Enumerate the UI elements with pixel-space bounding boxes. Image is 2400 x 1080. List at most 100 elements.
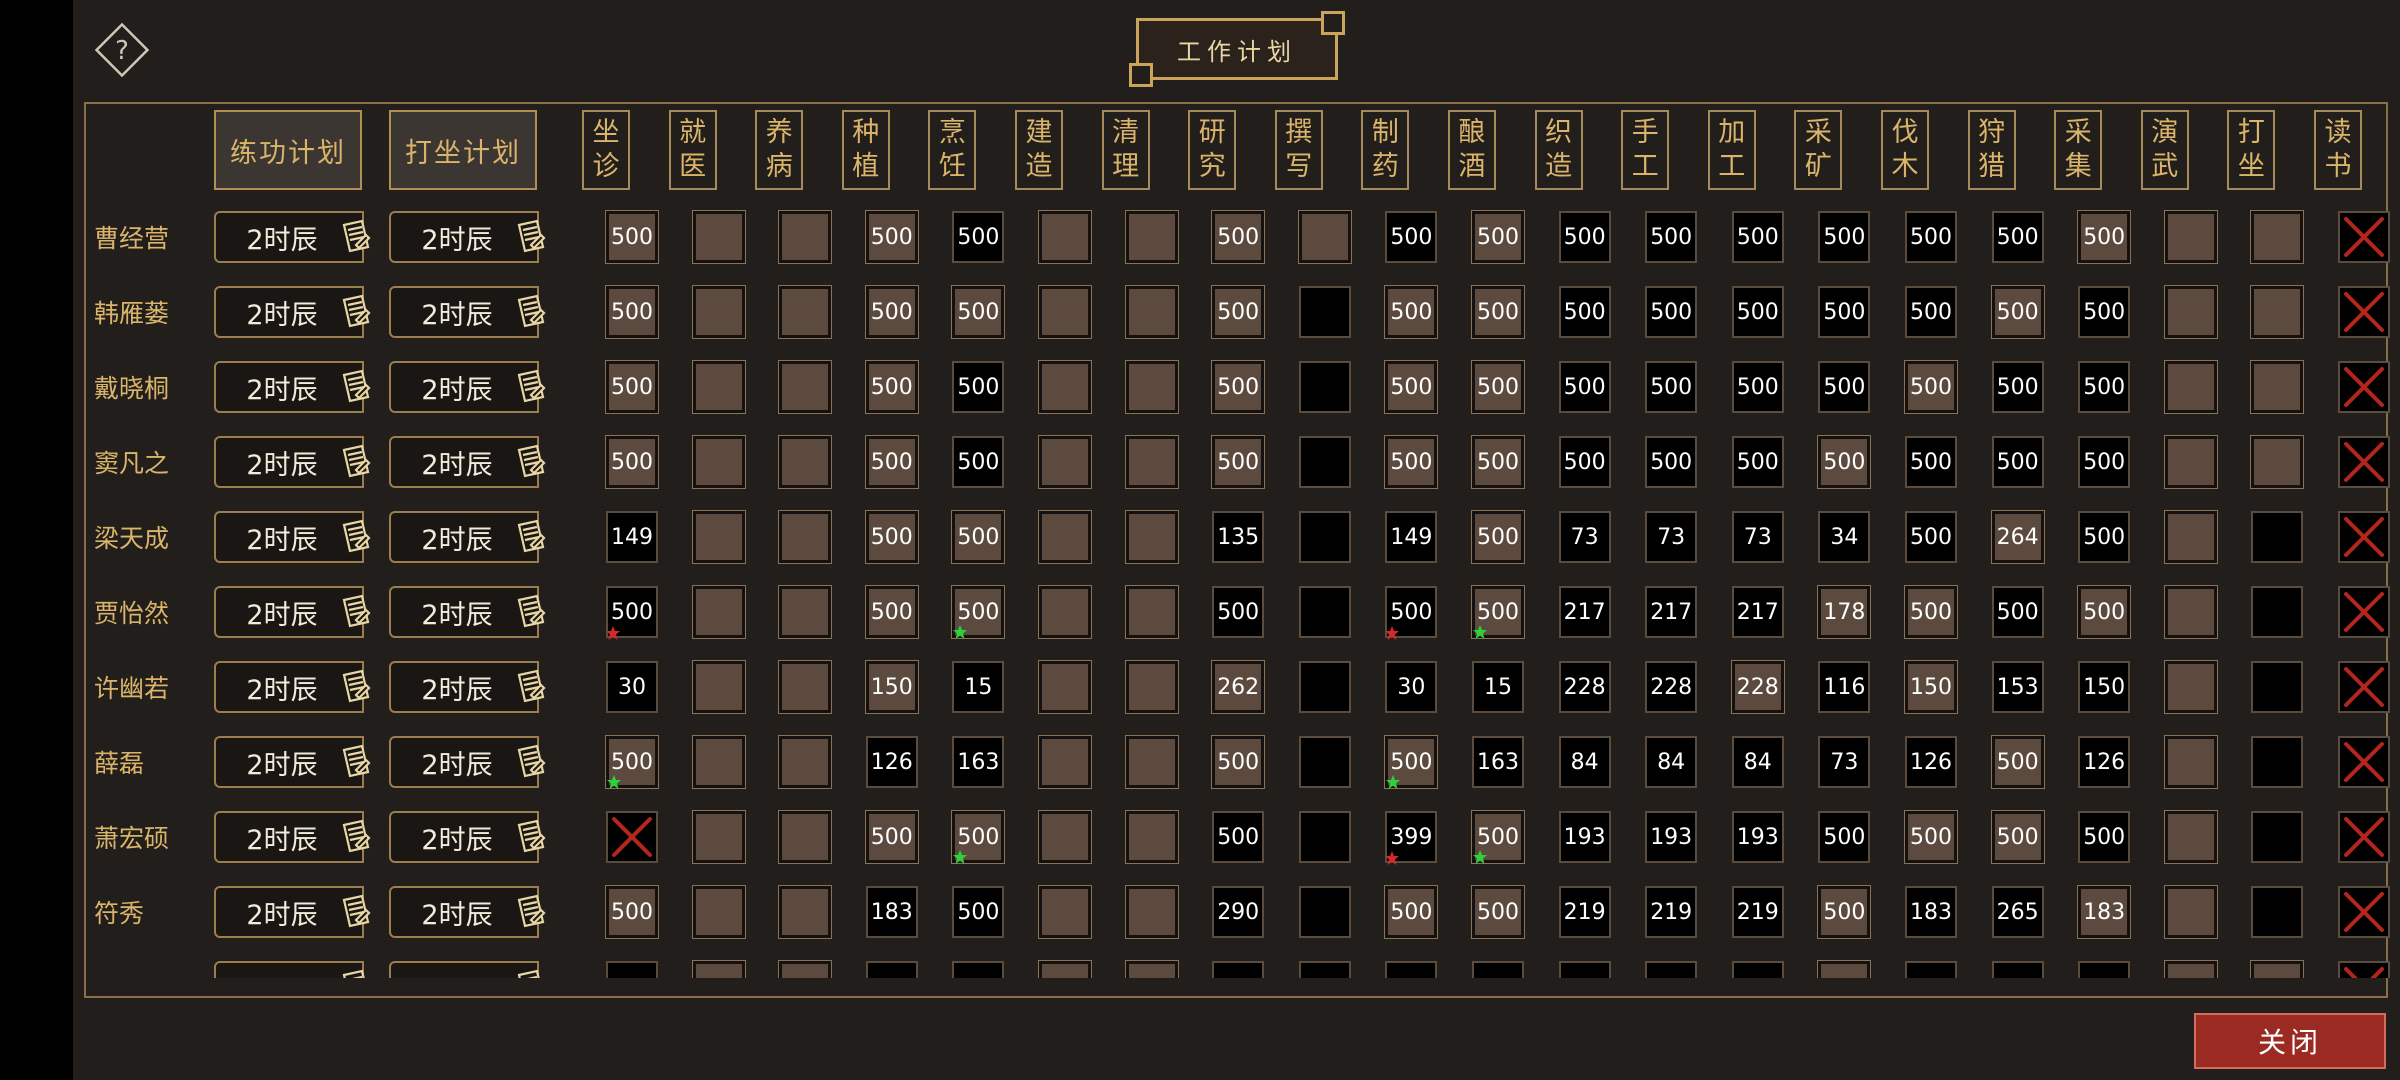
work-slot-打坐[interactable] <box>2251 511 2304 563</box>
work-slot-养病[interactable] <box>778 360 833 414</box>
meditation-plan-button[interactable]: 2时辰 <box>389 436 546 488</box>
work-slot-撰写[interactable] <box>1298 286 1351 338</box>
work-slot-坐诊[interactable]: 500 <box>605 885 659 939</box>
disabled-slot[interactable] <box>2338 586 2390 638</box>
work-slot-加工[interactable]: 500 <box>1731 436 1784 488</box>
work-slot-清理[interactable] <box>1124 285 1179 339</box>
work-slot-手工[interactable]: 500 <box>1645 211 1698 263</box>
edit-note-icon[interactable] <box>336 967 374 978</box>
work-slot-织造[interactable]: 219 <box>1558 886 1611 938</box>
work-slot-酿酒[interactable]: 163 <box>1472 736 1524 788</box>
work-slot-伐木[interactable]: 183 <box>1905 886 1957 938</box>
work-slot-坐诊[interactable]: 500 <box>605 210 659 264</box>
work-slot-坐诊[interactable]: 500 <box>605 285 659 339</box>
work-slot-加工[interactable]: 219 <box>1731 886 1784 938</box>
work-slot-酿酒[interactable]: 500 <box>1471 210 1525 264</box>
edit-note-icon[interactable] <box>511 592 549 632</box>
work-slot-制药[interactable]: 500 <box>1384 885 1439 939</box>
edit-note-icon[interactable] <box>511 292 549 332</box>
practice-plan-button[interactable]: 2时辰 <box>214 286 371 338</box>
work-slot-清理[interactable] <box>1124 585 1179 639</box>
work-slot-手工[interactable]: 84 <box>1645 736 1698 788</box>
work-slot-加工[interactable]: 500 <box>1731 286 1784 338</box>
edit-note-icon[interactable] <box>336 367 374 407</box>
work-slot-研究[interactable]: 500 <box>1212 586 1265 638</box>
work-slot-狩猎[interactable] <box>1991 961 2044 978</box>
work-slot-采矿[interactable]: 34 <box>1818 511 1871 563</box>
edit-note-icon[interactable] <box>336 742 374 782</box>
work-slot-采集[interactable]: 500 <box>2078 286 2131 338</box>
work-slot-养病[interactable] <box>778 960 833 978</box>
work-slot-演武[interactable] <box>2163 810 2218 864</box>
work-slot-酿酒[interactable]: 500 <box>1471 360 1525 414</box>
work-slot-打坐[interactable] <box>2251 661 2304 713</box>
work-slot-伐木[interactable]: 126 <box>1905 736 1957 788</box>
work-slot-坐诊[interactable]: 500 <box>605 435 659 489</box>
work-slot-清理[interactable] <box>1124 360 1179 414</box>
work-slot-烹饪[interactable]: 163 <box>952 736 1005 788</box>
edit-note-icon[interactable] <box>336 442 374 482</box>
work-slot-酿酒[interactable]: 500 <box>1471 810 1525 864</box>
work-slot-就医[interactable] <box>691 435 746 489</box>
work-slot-酿酒[interactable]: 500 <box>1471 435 1525 489</box>
disabled-slot[interactable] <box>2338 661 2390 713</box>
work-slot-撰写[interactable] <box>1298 661 1351 713</box>
work-slot-狩猎[interactable]: 500 <box>1990 285 2045 339</box>
work-slot-狩猎[interactable]: 500 <box>1991 436 2044 488</box>
work-slot-建造[interactable] <box>1038 960 1092 978</box>
work-slot-坐诊[interactable]: 500 <box>606 586 658 640</box>
work-slot-酿酒[interactable]: 500 <box>1471 510 1525 564</box>
work-slot-手工[interactable]: 500 <box>1645 436 1698 488</box>
work-slot-打坐[interactable] <box>2251 736 2304 788</box>
work-slot-伐木[interactable]: 500 <box>1905 286 1957 338</box>
work-slot-就医[interactable] <box>691 585 746 639</box>
work-slot-烹饪[interactable]: 500 <box>952 886 1005 938</box>
practice-plan-button[interactable] <box>214 961 365 978</box>
work-slot-酿酒[interactable] <box>1472 961 1524 978</box>
work-slot-采矿[interactable]: 500 <box>1818 211 1871 263</box>
practice-plan-button[interactable]: 2时辰 <box>214 586 371 638</box>
work-slot-织造[interactable]: 500 <box>1558 436 1611 488</box>
meditation-plan-button[interactable]: 2时辰 <box>389 661 546 713</box>
work-slot-坐诊[interactable]: 500 <box>605 360 659 414</box>
work-slot-研究[interactable]: 500 <box>1211 360 1266 414</box>
meditation-plan-button[interactable]: 2时辰 <box>389 811 546 863</box>
work-slot-酿酒[interactable]: 500 <box>1471 885 1525 939</box>
work-slot-烹饪[interactable]: 15 <box>952 661 1005 713</box>
work-slot-织造[interactable]: 193 <box>1558 811 1611 863</box>
work-slot-建造[interactable] <box>1038 285 1092 339</box>
work-slot-烹饪[interactable]: 500 <box>952 436 1005 488</box>
work-slot-撰写[interactable] <box>1297 210 1352 264</box>
practice-plan-button[interactable]: 2时辰 <box>214 811 371 863</box>
work-slot-狩猎[interactable]: 264 <box>1990 510 2045 564</box>
work-slot-制药[interactable]: 399 <box>1385 811 1438 865</box>
disabled-slot[interactable] <box>2338 361 2390 413</box>
work-slot-采集[interactable]: 500 <box>2078 436 2131 488</box>
disabled-slot[interactable] <box>2338 286 2390 338</box>
edit-note-icon[interactable] <box>336 817 374 857</box>
work-slot-加工[interactable]: 84 <box>1731 736 1784 788</box>
work-slot-烹饪[interactable] <box>952 961 1005 978</box>
work-slot-演武[interactable] <box>2163 885 2218 939</box>
work-slot-采集[interactable]: 150 <box>2078 661 2131 713</box>
work-slot-制药[interactable] <box>1385 961 1438 978</box>
work-slot-建造[interactable] <box>1038 585 1092 639</box>
work-slot-织造[interactable]: 217 <box>1558 586 1611 638</box>
work-slot-采集[interactable]: 126 <box>2078 736 2131 788</box>
work-slot-打坐[interactable] <box>2250 285 2305 339</box>
work-slot-织造[interactable]: 73 <box>1558 511 1611 563</box>
edit-note-icon[interactable] <box>336 592 374 632</box>
work-slot-酿酒[interactable]: 500 <box>1471 285 1525 339</box>
work-slot-就医[interactable] <box>691 210 746 264</box>
edit-note-icon[interactable] <box>336 667 374 707</box>
work-slot-伐木[interactable]: 500 <box>1905 511 1957 563</box>
edit-note-icon[interactable] <box>511 817 549 857</box>
practice-plan-button[interactable]: 2时辰 <box>214 436 371 488</box>
work-slot-养病[interactable] <box>778 585 833 639</box>
edit-note-icon[interactable] <box>511 367 549 407</box>
practice-plan-button[interactable]: 2时辰 <box>214 511 371 563</box>
work-slot-清理[interactable] <box>1124 210 1179 264</box>
work-slot-种植[interactable]: 500 <box>864 210 919 264</box>
work-slot-制药[interactable]: 500 <box>1385 586 1438 640</box>
work-slot-采矿[interactable]: 500 <box>1817 885 1872 939</box>
